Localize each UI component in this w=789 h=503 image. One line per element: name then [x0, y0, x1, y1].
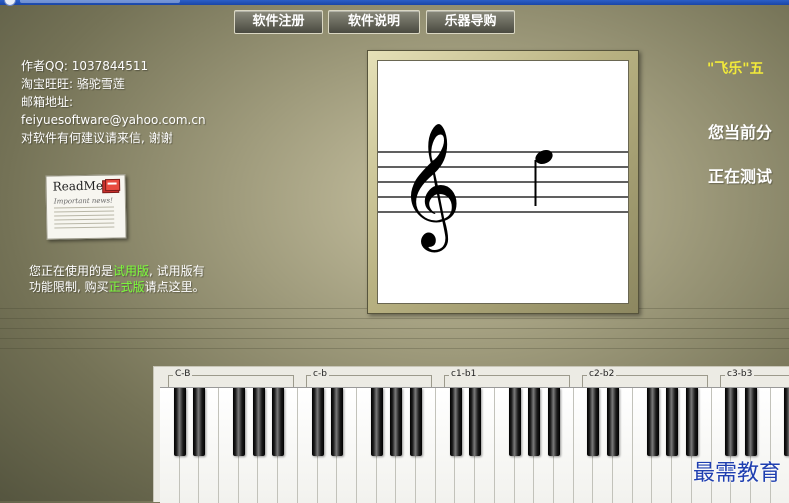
app-title: "飞乐"五 [707, 61, 764, 77]
black-key[interactable] [272, 388, 285, 456]
black-key[interactable] [528, 388, 541, 456]
black-key[interactable] [449, 388, 462, 456]
readme-text-lines [54, 206, 115, 232]
black-key[interactable] [469, 388, 482, 456]
black-key[interactable] [666, 388, 679, 456]
black-key[interactable] [548, 388, 560, 456]
staff-display-frame: 𝄞 [367, 50, 639, 314]
black-key[interactable] [410, 388, 423, 456]
octave-label: c3-b3 [720, 369, 789, 387]
black-key[interactable] [390, 388, 403, 456]
trial-version-link[interactable]: 试用版 [113, 264, 149, 278]
feedback-note: 对软件有何建议请来信, 谢谢 [21, 131, 173, 145]
author-info: 作者QQ: 1037844511 淘宝旺旺: 骆驼雪莲 邮箱地址: feiyue… [21, 57, 206, 147]
black-key[interactable] [173, 388, 186, 456]
black-key[interactable] [311, 388, 324, 456]
readme-subtitle: Important news! [53, 196, 113, 206]
window-title [20, 0, 180, 3]
email-address: feiyuesoftware@yahoo.com.cn [21, 113, 206, 127]
octave-label: C-B [168, 369, 294, 387]
staff-svg: 𝄞 [378, 122, 628, 252]
background-staff-line [0, 328, 789, 329]
background-staff-line [0, 318, 789, 319]
readme-icon[interactable]: ReadMe Important news! [45, 174, 127, 240]
book-icon [102, 178, 121, 194]
score-label: 您当前分 [708, 123, 773, 142]
test-status: 正在测试 [708, 167, 773, 186]
trial-text: 请点这里。 [144, 280, 205, 294]
octave-label: c2-b2 [582, 369, 708, 387]
octave-label: c1-b1 [444, 369, 570, 387]
treble-clef-icon: 𝄞 [398, 122, 462, 252]
watermark: 最需教育 [692, 461, 781, 486]
background-staff-line [0, 338, 789, 339]
black-key[interactable] [508, 388, 521, 456]
octave-label: c-b [306, 369, 432, 387]
software-info-button[interactable]: 软件说明 [328, 10, 420, 34]
black-key[interactable] [232, 388, 245, 456]
taobao-line: 淘宝旺旺: 骆驼雪莲 [21, 77, 125, 91]
black-key[interactable] [607, 388, 620, 456]
black-key[interactable] [370, 388, 383, 456]
window-titlebar [0, 0, 789, 6]
email-label: 邮箱地址: [21, 95, 74, 109]
black-key[interactable] [646, 388, 659, 456]
black-key[interactable] [587, 388, 600, 456]
register-button[interactable]: 软件注册 [234, 10, 323, 34]
app-icon [4, 0, 16, 6]
trial-text: 您正在使用的是 [29, 264, 114, 278]
qq-line: 作者QQ: 1037844511 [21, 59, 149, 73]
full-version-link[interactable]: 正式版 [109, 280, 145, 294]
black-key[interactable] [252, 388, 265, 456]
staff-display: 𝄞 [377, 60, 629, 304]
black-key[interactable] [331, 388, 344, 456]
black-key[interactable] [685, 388, 698, 456]
black-key[interactable] [193, 388, 206, 456]
background-staff-line [0, 348, 789, 349]
readme-title: ReadMe [52, 178, 104, 194]
trial-notice[interactable]: 您正在使用的是试用版, 试用版有功能限制, 购买正式版请点这里。 [29, 263, 209, 295]
black-key[interactable] [745, 388, 757, 456]
black-key[interactable] [725, 388, 738, 456]
instrument-guide-button[interactable]: 乐器导购 [426, 10, 515, 34]
black-key[interactable] [784, 388, 789, 456]
